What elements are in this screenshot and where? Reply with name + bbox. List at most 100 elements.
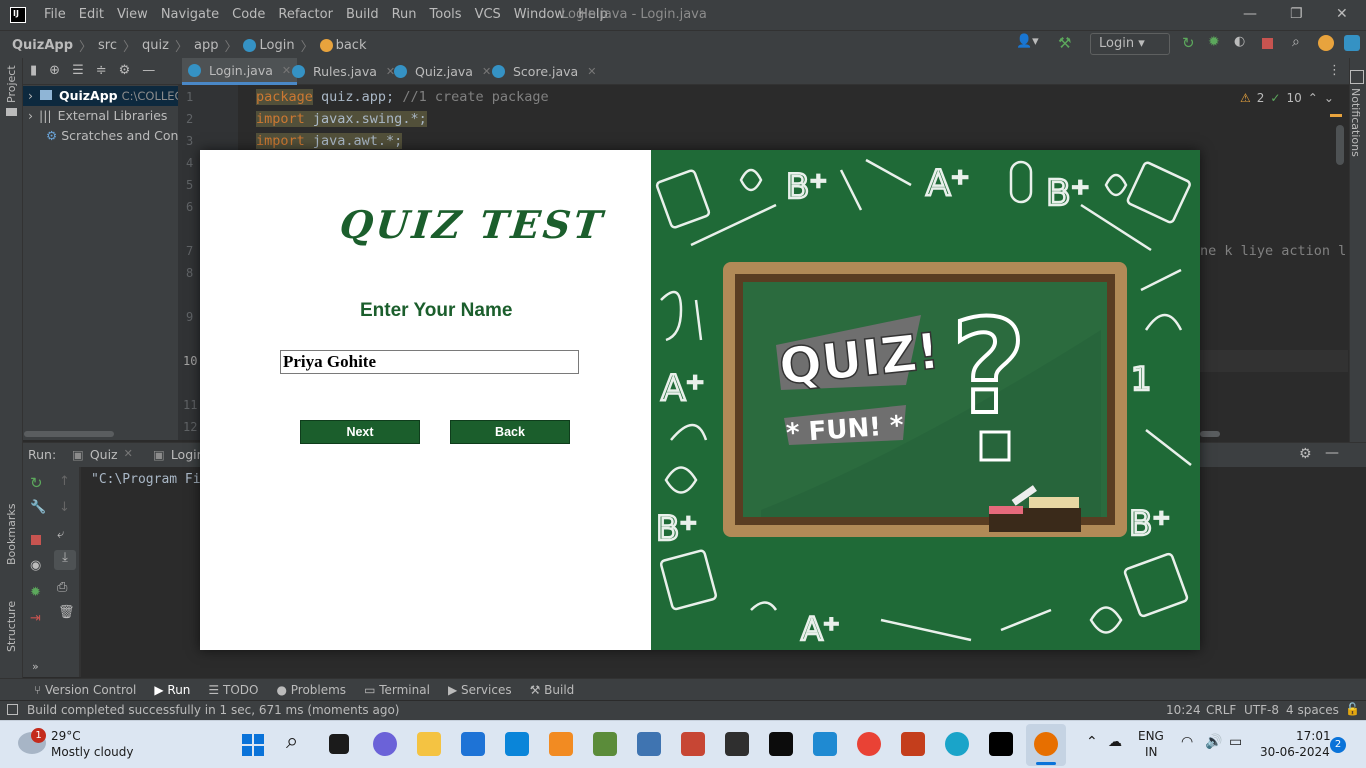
stop-icon[interactable] [31,535,41,545]
edge-icon[interactable] [945,732,969,756]
crumb-app[interactable]: app [194,38,218,53]
crumb-login[interactable]: Login [243,38,295,53]
bookmarks-tool-tab[interactable]: Bookmarks [5,504,18,565]
tab-todo[interactable]: ☰ TODO [208,683,258,697]
app-icon-2[interactable] [681,732,705,756]
run-config-dropdown[interactable]: Login ▾ [1090,33,1170,55]
caret-position[interactable]: 10:24 [1166,703,1201,717]
user-icon[interactable]: 👤▾ [1016,34,1039,49]
menu-vcs[interactable]: VCS [475,7,501,22]
tab-login[interactable]: Login.java ✕ [182,58,298,85]
menu-file[interactable]: File [44,7,66,22]
tab-run[interactable]: ▶ Run [154,683,190,697]
restore-icon[interactable]: ❐ [1290,6,1303,22]
rerun-icon[interactable]: ↻ [30,474,43,492]
start-icon[interactable] [242,734,264,756]
structure-tool-tab[interactable]: Structure [5,601,18,652]
task-view-icon[interactable] [329,734,349,754]
tree-item-scratches[interactable]: ⚙ Scratches and Consol [46,128,178,143]
python-icon[interactable] [637,732,661,756]
expand-all-icon[interactable]: ☰ [72,63,84,78]
jetbrains-icon[interactable] [1344,35,1360,51]
expand-arrow-icon[interactable]: › [28,88,33,103]
menu-refactor[interactable]: Refactor [278,7,333,22]
more-tools-icon[interactable]: » [32,660,39,673]
expand-arrow-icon[interactable]: › [28,108,33,123]
lock-icon[interactable]: 🔓 [1345,702,1360,716]
store-icon[interactable] [461,732,485,756]
next-button[interactable]: Next [300,420,420,444]
prev-highlight-icon[interactable]: ⌃ [1308,91,1318,105]
crumb-quiz[interactable]: quiz [142,38,169,53]
print-icon[interactable]: ⎙ [57,580,67,595]
expand-icon[interactable]: ▮ [30,63,37,78]
chrome-icon[interactable] [857,732,881,756]
rerun-icon[interactable]: ↻ [1182,34,1195,52]
coverage-icon[interactable]: ◐ [1234,34,1245,49]
volume-icon[interactable]: 🔊 [1205,734,1222,750]
wifi-icon[interactable]: ◠ [1181,734,1193,750]
indent-setting[interactable]: 4 spaces [1286,703,1339,717]
file-encoding[interactable]: UTF-8 [1244,703,1279,717]
cloud-icon[interactable]: ☁ [1108,734,1122,750]
horizontal-scrollbar[interactable] [24,431,114,437]
run-settings-gear-icon[interactable]: ⚙ [1299,446,1312,462]
region[interactable]: IN [1145,745,1158,759]
more-tabs-icon[interactable]: ⋮ [1328,63,1341,78]
search-icon[interactable]: ⌕ [286,729,298,754]
notifications-icon[interactable] [1350,70,1364,84]
build-hammer-icon[interactable]: ⚒ [1058,34,1071,52]
tray-chevron-icon[interactable]: ⌃ [1086,734,1098,750]
tab-services[interactable]: ▶ Services [448,683,512,697]
hide-panel-icon[interactable]: — [1325,445,1339,461]
trash-icon[interactable]: 🗑 [58,605,75,620]
weather-desc[interactable]: Mostly cloudy [51,745,134,759]
clock-date[interactable]: 30-06-2024 [1260,745,1330,759]
menu-run[interactable]: Run [392,7,417,22]
soft-wrap-icon[interactable]: ⤶ [57,527,64,542]
tree-item-quizapp[interactable]: › QuizApp C:\COLLEGE [28,88,191,103]
menu-code[interactable]: Code [232,7,265,22]
close-icon[interactable]: ✕ [1336,6,1348,22]
camera-icon[interactable]: ◉ [30,558,41,573]
chat-icon[interactable] [373,732,397,756]
menu-edit[interactable]: Edit [79,7,104,22]
vertical-scrollbar[interactable] [1336,125,1344,165]
myhp-icon[interactable] [505,732,529,756]
tab-rules[interactable]: Rules.java ✕ [286,58,401,85]
stop-icon[interactable] [1262,38,1273,49]
status-toggle-icon[interactable] [7,704,18,715]
crumb-src[interactable]: src [98,38,117,53]
close-tab-icon[interactable]: ✕ [124,447,133,462]
wrench-icon[interactable]: 🔧 [30,500,46,515]
tab-problems[interactable]: ● Problems [276,683,346,697]
run-tab-quiz[interactable]: ▣ Quiz ✕ [72,447,133,462]
down-arrow-icon[interactable]: ↓ [59,500,70,515]
close-tab-icon[interactable]: ✕ [587,65,596,78]
exit-icon[interactable]: ⇥ [30,611,41,626]
inspection-widget[interactable]: ⚠ 2 ✓ 10 ⌃ ⌄ [1240,91,1334,105]
app-icon[interactable] [593,732,617,756]
language[interactable]: ENG [1138,729,1164,743]
update-icon[interactable] [1318,35,1334,51]
next-highlight-icon[interactable]: ⌄ [1324,91,1334,105]
settings-gear-icon[interactable]: ⚙ [119,63,131,78]
tab-version-control[interactable]: ⑂ Version Control [34,683,136,697]
notification-badge[interactable]: 2 [1330,737,1346,753]
debug-icon[interactable]: ✹ [1208,34,1220,50]
vscode-icon[interactable] [813,732,837,756]
tab-quiz[interactable]: Quiz.java ✕ [388,58,497,85]
locate-icon[interactable]: ⊕ [49,63,60,78]
tab-terminal[interactable]: ▭ Terminal [364,683,430,697]
editor-h-scrollbar[interactable] [1200,431,1220,437]
run-tab-login[interactable]: ▣Login [153,447,200,462]
tab-build[interactable]: ⚒ Build [530,683,575,697]
crumb-project[interactable]: QuizApp [12,38,73,53]
tree-item-external-libraries[interactable]: › ||| External Libraries [28,108,167,123]
collapse-all-icon[interactable]: ≑ [96,63,107,78]
up-arrow-icon[interactable]: ↑ [59,474,70,489]
terminal-icon[interactable] [769,732,793,756]
error-stripe-marker[interactable] [1330,114,1342,117]
xampp-icon[interactable] [549,732,573,756]
menu-window[interactable]: Window [514,7,565,22]
